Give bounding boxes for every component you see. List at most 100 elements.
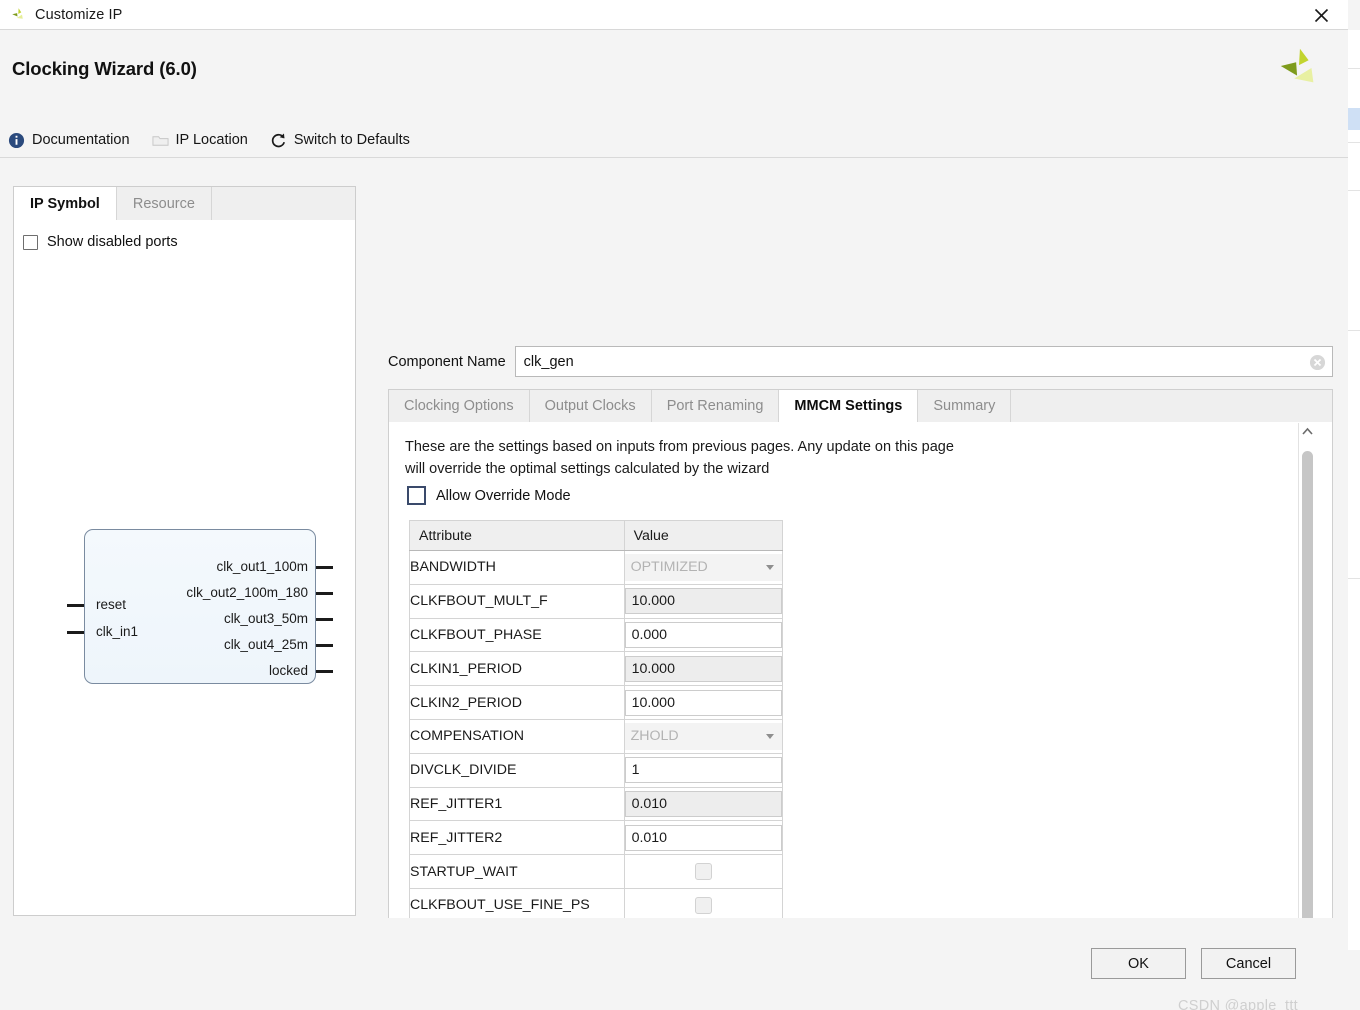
tab-ip-symbol-label: IP Symbol: [30, 196, 100, 212]
clkfbout-phase-input[interactable]: 0.000: [624, 621, 782, 648]
scrollbar-thumb[interactable]: [1302, 451, 1313, 991]
tab-output-clocks[interactable]: Output Clocks: [529, 390, 652, 423]
cancel-button[interactable]: Cancel: [1201, 948, 1296, 979]
component-name-field[interactable]: [514, 346, 1333, 377]
chevron-down-icon: [766, 733, 774, 739]
attribute-name: CLKIN2_PERIOD: [409, 685, 625, 720]
attribute-table-header-row: Attribute Value: [409, 520, 784, 551]
compensation-combo[interactable]: ZHOLD: [624, 722, 782, 750]
ref-jitter2-input[interactable]: 0.010: [624, 824, 782, 851]
attribute-value-cell[interactable]: OPTIMIZED: [623, 550, 784, 585]
documentation-button[interactable]: Documentation: [8, 132, 130, 149]
attribute-name: DIVCLK_DIVIDE: [409, 752, 625, 788]
divclk-divide-input[interactable]: 1: [624, 757, 782, 784]
component-name-label: Component Name: [388, 353, 506, 370]
clkfbout-use-fine-ps-checkbox[interactable]: [694, 896, 712, 914]
port-label-clk-out4: clk_out4_25m: [223, 637, 308, 652]
tab-resource-label: Resource: [132, 196, 195, 212]
header-band: Clocking Wizard (6.0): [0, 30, 1348, 122]
ip-block-symbol: reset clk_in1 clk_out1_100m clk_out2_100…: [66, 520, 334, 690]
window-title: Customize IP: [35, 6, 123, 23]
attribute-value-cell[interactable]: 0.000: [623, 617, 784, 653]
clkin1-period-input[interactable]: 10.000: [624, 655, 782, 682]
dialog-window: Customize IP Clocking Wizard (6.0) Docum…: [0, 0, 1348, 1010]
attribute-name: CLKFBOUT_PHASE: [409, 617, 625, 653]
pin-clk-out3: [316, 618, 333, 621]
scroll-up-icon[interactable]: [1299, 423, 1316, 440]
xilinx-logo-icon: [12, 7, 23, 19]
ip-location-label: IP Location: [175, 132, 248, 148]
attribute-value-cell[interactable]: 1: [623, 752, 784, 788]
toolbar: Documentation IP Location Switch to Defa…: [0, 122, 1348, 158]
attribute-name: STARTUP_WAIT: [409, 854, 625, 889]
attribute-value-cell[interactable]: 10.000: [623, 685, 784, 720]
port-label-clk-in1: clk_in1: [96, 624, 139, 639]
table-row: CLKFBOUT_MULT_F 10.000: [409, 583, 784, 619]
switch-to-defaults-button[interactable]: Switch to Defaults: [270, 132, 410, 149]
column-header-value: Value: [623, 520, 784, 551]
bandwidth-combo[interactable]: OPTIMIZED: [624, 553, 782, 581]
switch-to-defaults-label: Switch to Defaults: [293, 132, 410, 148]
pin-locked: [316, 670, 333, 673]
allow-override-mode-checkbox[interactable]: Allow Override Mode: [407, 486, 571, 505]
attribute-name: BANDWIDTH: [409, 550, 625, 585]
show-disabled-ports-checkbox[interactable]: Show disabled ports: [23, 234, 178, 250]
table-row: STARTUP_WAIT: [409, 854, 784, 889]
port-label-clk-out2: clk_out2_100m_180: [186, 585, 308, 600]
customize-ip-dialog-root: il il e ti Customize IP Clo: [0, 0, 1360, 1010]
attribute-name: REF_JITTER1: [409, 786, 625, 822]
chevron-down-icon: [766, 564, 774, 570]
tab-clocking-options-label: Clocking Options: [404, 398, 514, 414]
attribute-name: COMPENSATION: [409, 718, 625, 754]
clkin2-period-input[interactable]: 10.000: [624, 689, 782, 716]
attribute-name: CLKFBOUT_MULT_F: [409, 583, 625, 619]
tab-resource[interactable]: Resource: [116, 187, 212, 221]
clear-circle-icon[interactable]: [1309, 354, 1326, 371]
attribute-value-cell[interactable]: [623, 854, 784, 889]
attribute-value-cell[interactable]: ZHOLD: [623, 718, 784, 754]
table-row: CLKFBOUT_PHASE 0.000: [409, 617, 784, 653]
table-row: REF_JITTER2 0.010: [409, 820, 784, 856]
ref-jitter1-input[interactable]: 0.010: [624, 790, 782, 817]
table-row: DIVCLK_DIVIDE 1: [409, 752, 784, 788]
tab-mmcm-settings[interactable]: MMCM Settings: [779, 390, 919, 423]
pin-clk-out1: [316, 566, 333, 569]
ip-symbol-canvas: Show disabled ports reset clk_in1 clk_ou…: [13, 220, 356, 916]
page-title: Clocking Wizard (6.0): [12, 58, 197, 79]
pin-clk-out4: [316, 644, 333, 647]
port-label-reset: reset: [96, 597, 127, 612]
content-area: IP Symbol Resource Show disabled ports r…: [0, 158, 1348, 1010]
pin-clk-out2: [316, 592, 333, 595]
tabstrip-filler: [1011, 390, 1332, 423]
ok-button[interactable]: OK: [1091, 948, 1186, 979]
compensation-combo-value: ZHOLD: [630, 728, 679, 745]
attribute-value-cell[interactable]: 0.010: [623, 786, 784, 822]
tab-summary[interactable]: Summary: [918, 390, 1012, 423]
table-row: BANDWIDTH OPTIMIZED: [409, 550, 784, 585]
column-header-attribute: Attribute: [409, 520, 625, 551]
startup-wait-checkbox[interactable]: [694, 862, 712, 880]
table-row: CLKIN1_PERIOD 10.000: [409, 651, 784, 687]
tab-ip-symbol[interactable]: IP Symbol: [14, 187, 117, 221]
tab-port-renaming-label: Port Renaming: [666, 398, 764, 414]
tab-port-renaming[interactable]: Port Renaming: [651, 390, 780, 423]
ip-location-button[interactable]: IP Location: [152, 132, 248, 149]
folder-icon: [152, 135, 169, 146]
ip-symbol-panel: IP Symbol Resource Show disabled ports r…: [13, 186, 356, 916]
pane-description: These are the settings based on inputs f…: [405, 436, 1045, 480]
left-tabstrip-filler: [211, 187, 355, 221]
attribute-value-cell[interactable]: 10.000: [623, 651, 784, 687]
table-row: REF_JITTER1 0.010: [409, 786, 784, 822]
settings-tabstrip: Clocking Options Output Clocks Port Rena…: [388, 389, 1333, 423]
tab-output-clocks-label: Output Clocks: [544, 398, 636, 414]
show-disabled-ports-label: Show disabled ports: [47, 234, 178, 250]
checkbox-box-icon: [23, 234, 38, 250]
attribute-value-cell[interactable]: 0.010: [623, 820, 784, 856]
clkfbout-mult-f-input[interactable]: 10.000: [624, 588, 782, 615]
component-name-input[interactable]: [515, 347, 1332, 376]
tab-clocking-options[interactable]: Clocking Options: [389, 390, 530, 423]
refresh-icon: [271, 133, 285, 147]
pane-description-line2: will override the optimal settings calcu…: [405, 461, 770, 477]
close-icon[interactable]: [1308, 3, 1334, 27]
attribute-value-cell[interactable]: 10.000: [623, 583, 784, 619]
